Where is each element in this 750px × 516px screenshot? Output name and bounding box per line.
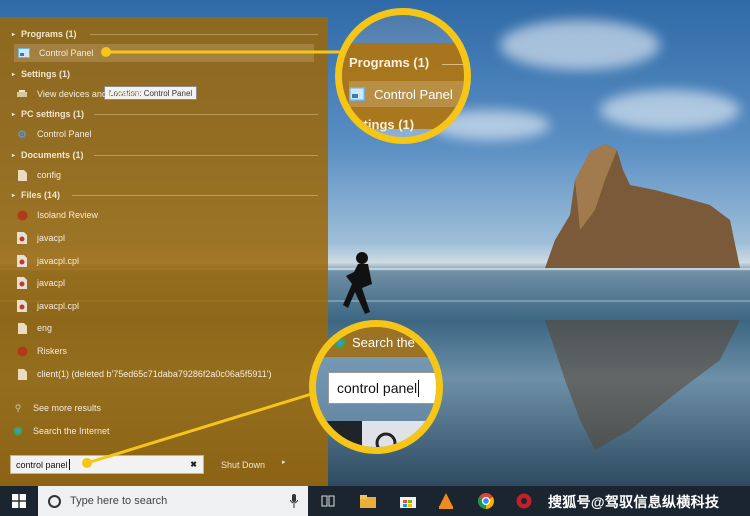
zoom-section-header-programs: Programs (1) — [349, 55, 430, 70]
store-icon[interactable] — [398, 491, 418, 511]
watermark-text: 搜狐号@驾驭信息纵横科技 — [548, 494, 720, 510]
chrome-icon[interactable] — [476, 491, 496, 511]
callout-dot — [101, 47, 111, 57]
taskbar-search-input[interactable]: Type here to search — [38, 486, 308, 516]
start-button[interactable] — [0, 486, 38, 516]
control-panel-icon — [349, 87, 365, 101]
microphone-icon[interactable] — [290, 494, 298, 508]
callout-dot — [82, 458, 92, 468]
task-view-icon[interactable] — [318, 491, 338, 511]
zoom-section-header-settings: ettings (1) — [352, 117, 415, 132]
taskbar: Type here to search 搜狐号@驾驭信息纵横科技 — [0, 486, 750, 516]
text-caret — [418, 379, 420, 397]
cortana-icon — [48, 494, 61, 508]
app-red-icon[interactable] — [514, 491, 534, 511]
zoom-search-field: control panel — [328, 372, 436, 404]
file-explorer-icon[interactable] — [358, 491, 378, 511]
internet-icon — [334, 337, 346, 348]
cortana-icon — [375, 432, 397, 447]
zoom-callout-search: Search the control panel — [309, 320, 443, 454]
zoom-search-label: Search the — [334, 335, 415, 350]
zoom-result-control-panel: Control Panel — [349, 81, 464, 107]
divider — [442, 64, 464, 65]
vlc-icon[interactable] — [436, 491, 456, 511]
windows-logo-icon — [12, 494, 26, 508]
zoom-callout-results: Programs (1) Control Panel ettings (1) — [335, 8, 471, 144]
